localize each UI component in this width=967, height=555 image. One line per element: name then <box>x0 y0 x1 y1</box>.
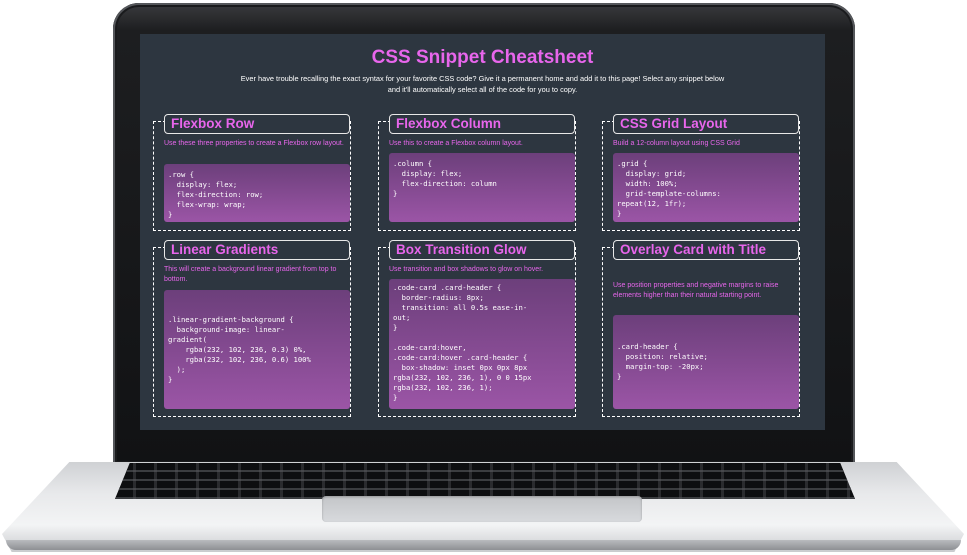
card-description: Use position properties and negative mar… <box>613 282 779 299</box>
card-header: Flexbox Row <box>164 114 350 134</box>
card-description: Build a 12-column layout using CSS Grid <box>613 140 740 147</box>
card-header: CSS Grid Layout <box>613 114 799 134</box>
card-header: Linear Gradients <box>164 240 350 260</box>
card-description: Use transition and box shadows to glow o… <box>389 266 544 273</box>
code-block[interactable]: .linear-gradient-background { background… <box>164 290 350 409</box>
laptop-screen: CSS Snippet Cheatsheet Ever have trouble… <box>140 34 825 430</box>
card-description: Use these three properties to create a F… <box>164 140 344 147</box>
code-card-overlay-card-with-title[interactable]: Overlay Card with Title Use position pro… <box>602 240 800 417</box>
laptop-trackpad <box>322 496 642 522</box>
code-block[interactable]: .column { display: flex; flex-direction:… <box>389 153 575 222</box>
code-block[interactable]: .card-header { position: relative; margi… <box>613 315 799 409</box>
code-card-css-grid-layout[interactable]: CSS Grid Layout Build a 12-column layout… <box>602 114 800 231</box>
code-card-flexbox-column[interactable]: Flexbox Column Use this to create a Flex… <box>378 114 576 231</box>
code-card-flexbox-row[interactable]: Flexbox Row Use these three properties t… <box>153 114 351 231</box>
page-intro: Ever have trouble recalling the exact sy… <box>240 74 725 94</box>
code-block[interactable]: .row { display: flex; flex-direction: ro… <box>164 164 350 222</box>
code-block[interactable]: .grid { display: grid; width: 100%; grid… <box>613 153 799 222</box>
laptop-base-lip <box>6 540 961 550</box>
code-block[interactable]: .code-card .card-header { border-radius:… <box>389 279 575 409</box>
code-card-linear-gradients[interactable]: Linear Gradients This will create a back… <box>153 240 351 417</box>
page-title: CSS Snippet Cheatsheet <box>371 47 594 68</box>
card-description: Use this to create a Flexbox column layo… <box>389 140 523 147</box>
card-header: Flexbox Column <box>389 114 575 134</box>
card-description: This will create a background linear gra… <box>164 266 337 283</box>
code-card-box-transition-glow[interactable]: Box Transition Glow Use transition and b… <box>378 240 576 417</box>
card-header: Box Transition Glow <box>389 240 575 260</box>
keyboard-rows <box>115 463 855 499</box>
card-header: Overlay Card with Title <box>613 240 799 260</box>
